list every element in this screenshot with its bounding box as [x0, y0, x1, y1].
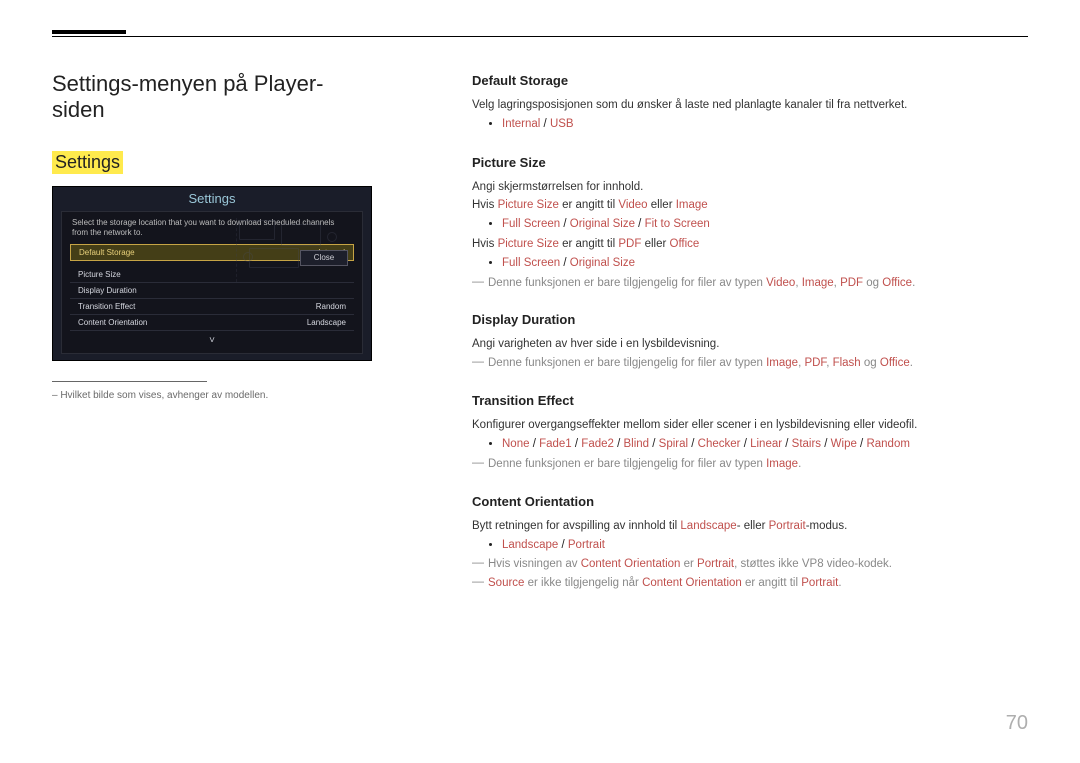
panel-row-value: Landscape: [307, 318, 346, 327]
picture-size-cond2: Hvis Picture Size er angitt til PDF elle…: [472, 235, 1018, 254]
panel-row-label: Display Duration: [78, 286, 137, 295]
picture-size-heading: Picture Size: [472, 155, 1018, 170]
content-orientation-body: Bytt retningen for avspilling av innhold…: [472, 517, 1018, 536]
settings-heading: Settings: [52, 151, 123, 174]
panel-row-label: Default Storage: [79, 248, 135, 257]
panel-row[interactable]: Transition Effect Random: [70, 299, 354, 315]
content-orientation-options: Landscape / Portrait: [502, 536, 1018, 556]
default-storage-body: Velg lagringsposisjonen som du ønsker å …: [472, 96, 1018, 115]
display-duration-heading: Display Duration: [472, 312, 1018, 327]
content-orientation-heading: Content Orientation: [472, 494, 1018, 509]
transition-effect-body: Konfigurer overgangseffekter mellom side…: [472, 416, 1018, 435]
panel-row[interactable]: Display Duration: [70, 283, 354, 299]
model-footnote: – Hvilket bilde som vises, avhenger av m…: [52, 390, 372, 401]
transition-effect-options: None / Fade1 / Fade2 / Blind / Spiral / …: [502, 435, 1018, 455]
panel-row-label: Content Orientation: [78, 318, 147, 327]
display-duration-note: ― Denne funksjonen er bare tilgjengelig …: [472, 354, 1018, 373]
panel-bg-art: [236, 218, 356, 282]
panel-body: Select the storage location that you wan…: [61, 211, 363, 354]
panel-row-value: Random: [316, 302, 346, 311]
panel-row-label: Picture Size: [78, 270, 121, 279]
page-number: 70: [1006, 712, 1028, 735]
display-duration-body: Angi varigheten av hver side i en lysbil…: [472, 335, 1018, 354]
picture-size-note: ― Denne funksjonen er bare tilgjengelig …: [472, 274, 1018, 293]
content-orientation-note-2: ― Source er ikke tilgjengelig når Conten…: [472, 574, 1018, 593]
picture-size-options-1: Full Screen / Original Size / Fit to Scr…: [502, 215, 1018, 235]
page-title: Settings-menyen på Player-siden: [52, 71, 372, 123]
default-storage-options: Internal / USB: [502, 115, 1018, 135]
transition-effect-heading: Transition Effect: [472, 393, 1018, 408]
picture-size-body: Angi skjermstørrelsen for innhold.: [472, 178, 1018, 197]
panel-row-label: Transition Effect: [78, 302, 135, 311]
settings-panel: Settings Select the storage location tha…: [52, 186, 372, 361]
default-storage-heading: Default Storage: [472, 73, 1018, 88]
picture-size-options-2: Full Screen / Original Size: [502, 254, 1018, 274]
content-orientation-note-1: ― Hvis visningen av Content Orientation …: [472, 555, 1018, 574]
panel-row[interactable]: Content Orientation Landscape: [70, 315, 354, 331]
transition-effect-note: ― Denne funksjonen er bare tilgjengelig …: [472, 455, 1018, 474]
panel-title: Settings: [53, 187, 371, 209]
chevron-down-icon[interactable]: ˅: [70, 331, 354, 346]
picture-size-cond1: Hvis Picture Size er angitt til Video el…: [472, 196, 1018, 215]
